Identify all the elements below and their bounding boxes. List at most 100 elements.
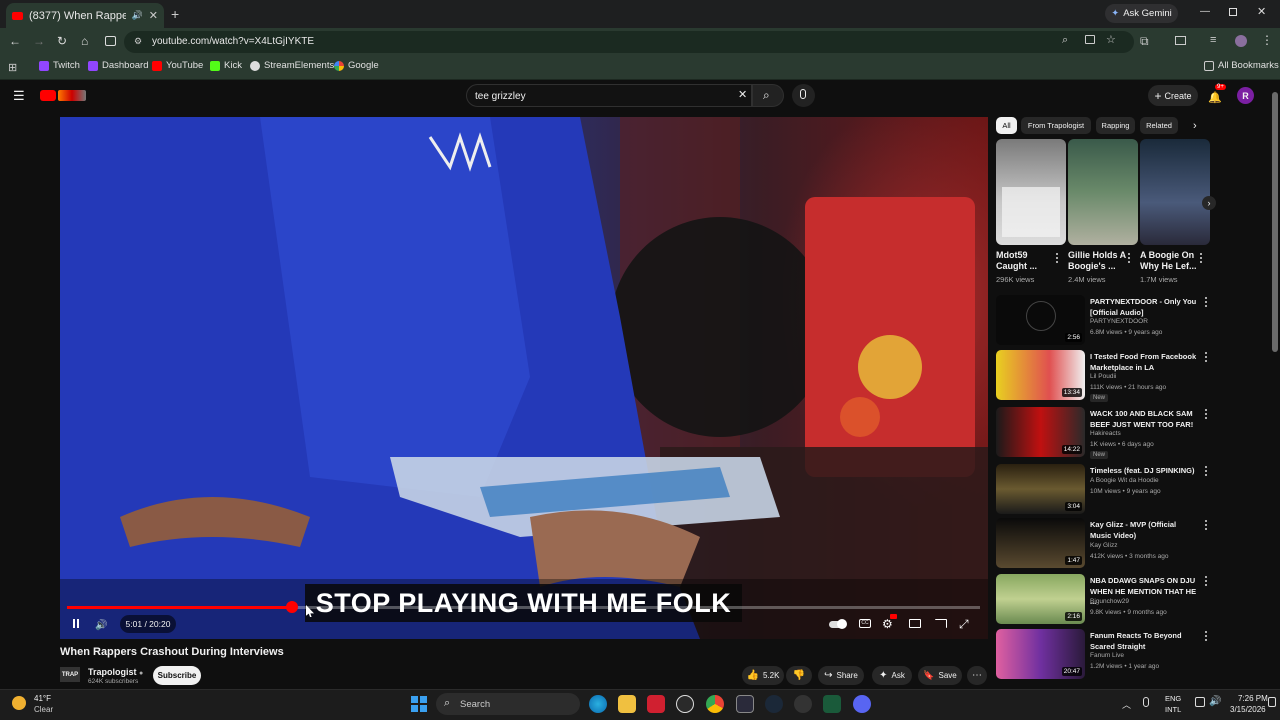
miniplayer-button[interactable]	[907, 615, 925, 633]
steam-icon[interactable]	[765, 695, 783, 713]
pause-button[interactable]	[67, 615, 85, 633]
app-grid-icon[interactable]	[736, 695, 754, 713]
voice-search-button[interactable]	[792, 84, 815, 107]
media-icon[interactable]: ≡	[1210, 34, 1216, 46]
more-actions-button[interactable]: ⋯	[967, 666, 987, 685]
tray-mic-icon[interactable]	[1143, 697, 1149, 707]
short-title[interactable]: Gillie Holds A Boogie's ...	[1068, 250, 1128, 272]
dislike-button[interactable]: 👎	[786, 666, 812, 685]
video-thumbnail[interactable]: 20:47	[996, 629, 1085, 679]
taskbar-search[interactable]: ⌕ Search	[436, 693, 580, 715]
video-menu-icon[interactable]	[1204, 466, 1208, 477]
speaker-icon[interactable]: 🔊	[1209, 696, 1221, 707]
shorts-next-icon[interactable]: ›	[1202, 196, 1216, 210]
notifications-button[interactable]: 🔔 9+	[1208, 84, 1226, 104]
short-title[interactable]: A Boogie On Why He Lef...	[1140, 250, 1200, 272]
bookmark-kick[interactable]: Kick	[210, 60, 242, 71]
video-player[interactable]	[60, 117, 988, 639]
minimize-icon[interactable]: —	[1200, 6, 1210, 17]
video-thumbnail[interactable]: 13:34	[996, 350, 1085, 400]
start-windows-icon[interactable]	[411, 696, 427, 712]
short-menu-icon[interactable]	[1055, 253, 1059, 264]
lang-eng[interactable]: ENG	[1165, 694, 1181, 703]
obs-icon[interactable]	[676, 695, 694, 713]
save-button[interactable]: 🔖 Save	[918, 666, 962, 685]
browser-tab[interactable]: (8377) When Rappers Crash 🔊 ✕	[6, 3, 164, 28]
chip-all[interactable]: All	[996, 117, 1017, 134]
subscribe-button[interactable]: Subscribe	[153, 666, 201, 685]
video-channel[interactable]: Lil Poudii	[1090, 373, 1116, 380]
short-menu-icon[interactable]	[1127, 253, 1131, 264]
video-thumbnail[interactable]: 3:04	[996, 464, 1085, 514]
zoom-icon[interactable]: ⌕	[1062, 34, 1068, 47]
video-menu-icon[interactable]	[1204, 631, 1208, 642]
fullscreen-button[interactable]: ⤢	[959, 615, 977, 633]
chip-related[interactable]: Related	[1140, 117, 1178, 134]
video-menu-icon[interactable]	[1204, 409, 1208, 420]
short-thumbnail[interactable]	[1140, 139, 1210, 245]
chrome-icon[interactable]	[706, 695, 724, 713]
file-explorer-icon[interactable]	[618, 695, 636, 713]
channel-avatar[interactable]: TRAP	[60, 667, 80, 682]
tray-chevron-icon[interactable]: ︿	[1122, 698, 1131, 711]
video-menu-icon[interactable]	[1204, 352, 1208, 363]
video-title-link[interactable]: Fanum Reacts To Beyond Scared Straight	[1090, 631, 1198, 652]
video-thumbnail[interactable]: 2:56	[996, 295, 1085, 345]
video-channel[interactable]: Fanum Live	[1090, 652, 1124, 659]
lang-intl[interactable]: INTL	[1165, 705, 1181, 714]
video-channel[interactable]: PARTYNEXTDOOR	[1090, 318, 1148, 325]
chip-rapping[interactable]: Rapping	[1096, 117, 1135, 134]
channel-name[interactable]: Trapologist ●	[88, 667, 143, 677]
video-channel[interactable]: A Boogie Wit da Hoodie	[1090, 477, 1159, 484]
video-title-link[interactable]: Timeless (feat. DJ SPINKING)	[1090, 466, 1198, 477]
bookmark-google[interactable]: Google	[334, 60, 379, 71]
4k-app-icon[interactable]	[794, 695, 812, 713]
video-menu-icon[interactable]	[1204, 297, 1208, 308]
spreadsheet-icon[interactable]	[823, 695, 841, 713]
youtube-logo[interactable]	[40, 89, 88, 102]
browser-menu-icon[interactable]: ⋮	[1261, 33, 1273, 47]
page-scrollbar[interactable]	[1272, 92, 1278, 352]
bookmark-twitch[interactable]: Twitch	[39, 60, 80, 71]
chip-from-trapologist[interactable]: From Trapologist	[1021, 117, 1091, 134]
new-tab-icon[interactable]: +	[171, 6, 179, 22]
video-title-link[interactable]: Kay Glizz - MVP (Official Music Video)	[1090, 520, 1198, 541]
tab-audio-icon[interactable]: 🔊	[132, 10, 143, 21]
video-thumbnail[interactable]: 1:47	[996, 518, 1085, 568]
home-icon[interactable]: ⌂	[81, 34, 88, 48]
short-thumbnail[interactable]	[996, 139, 1066, 245]
clock-time[interactable]: 7:26 PM	[1238, 694, 1268, 703]
autoplay-toggle[interactable]	[829, 615, 847, 633]
bookmark-star-icon[interactable]: ☆	[1106, 33, 1116, 46]
ask-gemini-button[interactable]: ✦ Ask Gemini	[1105, 4, 1178, 23]
clear-search-icon[interactable]: ✕	[738, 88, 747, 101]
short-title[interactable]: Mdot59 Caught ...	[996, 250, 1056, 272]
forward-icon[interactable]: →	[33, 34, 45, 48]
progress-bar[interactable]	[67, 601, 980, 613]
app-red-icon[interactable]	[647, 695, 665, 713]
address-bar[interactable]: ⚙ youtube.com/watch?v=X4LtGjIYKTE ⌕ ☆	[124, 31, 1134, 53]
tab-close-icon[interactable]: ✕	[149, 9, 158, 22]
video-title-link[interactable]: I Tested Food From Facebook Marketplace …	[1090, 352, 1198, 373]
video-title-link[interactable]: WACK 100 AND BLACK SAM BEEF JUST WENT TO…	[1090, 409, 1198, 430]
video-title-link[interactable]: PARTYNEXTDOOR - Only You [Official Audio…	[1090, 297, 1198, 318]
hamburger-menu-icon[interactable]: ☰	[13, 88, 25, 104]
volume-button[interactable]: 🔊	[95, 615, 113, 633]
notification-center-icon[interactable]	[1268, 697, 1276, 707]
search-input[interactable]: tee grizzley	[466, 84, 752, 107]
reload-icon[interactable]: ↻	[57, 34, 67, 48]
all-bookmarks[interactable]: All Bookmarks	[1204, 60, 1279, 71]
extensions-icon[interactable]: ⧉	[1140, 34, 1149, 49]
create-button[interactable]: + Create	[1148, 85, 1198, 106]
close-window-icon[interactable]: ✕	[1257, 5, 1266, 18]
weather-icon[interactable]	[12, 696, 26, 710]
video-thumbnail[interactable]: 14:22	[996, 407, 1085, 457]
captions-button[interactable]: CC	[857, 615, 875, 633]
like-button[interactable]: 👍 5.2K	[742, 666, 784, 685]
video-channel[interactable]: Kay Glizz	[1090, 542, 1117, 549]
restore-icon[interactable]	[1229, 8, 1237, 16]
video-channel[interactable]: Bigunchow29	[1090, 598, 1129, 605]
back-icon[interactable]: ←	[9, 34, 21, 48]
short-menu-icon[interactable]	[1199, 253, 1203, 264]
account-avatar[interactable]: R	[1237, 87, 1254, 104]
